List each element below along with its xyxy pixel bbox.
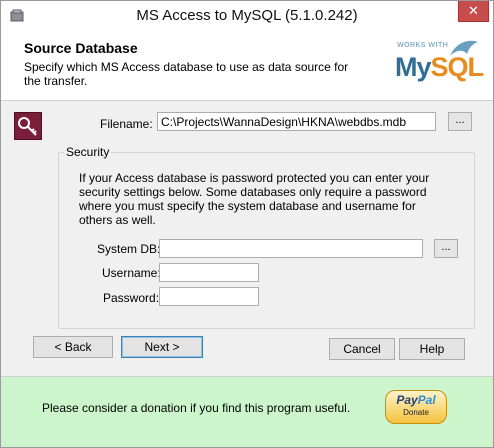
page-subtitle: Specify which MS Access database to use … [24, 60, 349, 88]
donation-text: Please consider a donation if you find t… [42, 401, 351, 415]
cancel-button[interactable]: Cancel [329, 338, 395, 360]
username-label: Username: [102, 266, 161, 280]
paypal-donate-label: Donate [403, 408, 429, 417]
paypal-pal: Pal [417, 393, 436, 407]
security-description: If your Access database is password prot… [79, 171, 430, 227]
close-button[interactable]: ✕ [458, 1, 489, 22]
system-db-browse-button[interactable]: ... [434, 239, 458, 258]
system-db-label: System DB: [97, 242, 161, 256]
window-title: MS Access to MySQL (5.1.0.242) [136, 7, 358, 24]
paypal-donate-button[interactable]: PayPal Donate [385, 390, 447, 424]
main-window: MS Access to MySQL (5.1.0.242) ✕ Source … [0, 0, 494, 448]
logo-my: My [395, 52, 432, 82]
help-button[interactable]: Help [399, 338, 465, 360]
wizard-header: Source Database Specify which MS Access … [1, 32, 493, 101]
dolphin-icon [450, 40, 478, 56]
password-label: Password: [103, 291, 160, 305]
filename-label: Filename: [100, 117, 153, 131]
page-title: Source Database [24, 40, 138, 56]
next-button[interactable]: Next > [121, 336, 203, 358]
key-icon [14, 112, 42, 140]
username-input[interactable] [159, 263, 259, 282]
filename-browse-button[interactable]: ... [448, 112, 472, 131]
filename-input[interactable] [157, 112, 436, 131]
security-legend: Security [64, 145, 112, 159]
password-input[interactable] [159, 287, 259, 306]
paypal-pay: Pay [396, 393, 418, 407]
mysql-logo-icon: WORKS WITH MySQL [389, 36, 484, 94]
title-bar: MS Access to MySQL (5.1.0.242) ✕ [1, 1, 493, 32]
back-button[interactable]: < Back [33, 336, 113, 358]
logo-works-with: WORKS WITH [397, 42, 449, 49]
paypal-logo: PayPal [386, 393, 446, 407]
system-db-input[interactable] [159, 239, 423, 258]
donation-footer: Please consider a donation if you find t… [1, 377, 493, 447]
